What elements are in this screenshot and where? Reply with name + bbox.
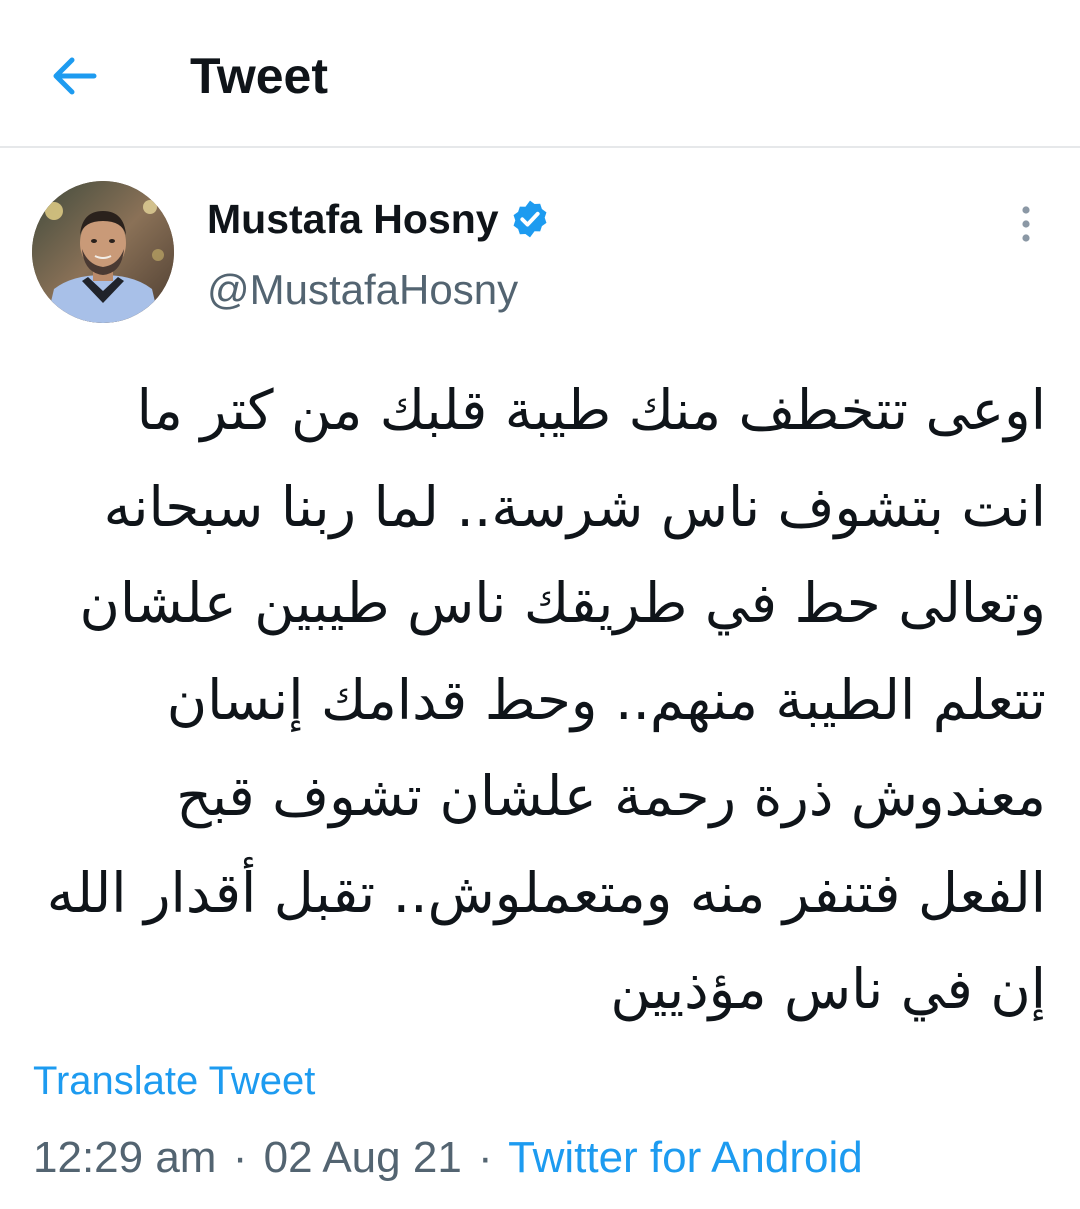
back-button[interactable] <box>38 40 110 112</box>
more-options-button[interactable] <box>1004 196 1048 252</box>
author-avatar[interactable] <box>32 181 174 323</box>
tweet-time[interactable]: 12:29 am <box>33 1133 216 1182</box>
tweet-text-line: الفعل فتنفر منه ومتعملوش.. تقبل أقدار ال… <box>46 860 1046 925</box>
author-name-text: Mustafa Hosny <box>207 196 499 242</box>
tweet-text-line: معندوش ذرة رحمة علشان تشوف قبح <box>176 764 1046 828</box>
tweet-metadata: 12:29 am · 02 Aug 21 · Twitter for Andro… <box>33 1130 863 1186</box>
profile-photo <box>32 181 174 323</box>
tweet-source-link[interactable]: Twitter for Android <box>508 1133 863 1182</box>
meta-separator: · <box>232 1133 248 1182</box>
translate-tweet-link[interactable]: Translate Tweet <box>33 1056 315 1106</box>
tweet-text-line: تتعلم الطيبة منهم.. وحط قدامك إنسان <box>166 667 1046 732</box>
top-app-bar: Tweet <box>0 0 1080 148</box>
more-vertical-icon <box>1022 206 1030 242</box>
tweet-text: اوعى تتخطف منك طيبة قلبك من كتر ما انت ب… <box>34 362 1046 1038</box>
tweet-date[interactable]: 02 Aug 21 <box>264 1133 462 1182</box>
author-handle[interactable]: @MustafaHosny <box>207 264 518 316</box>
tweet-text-line: انت بتشوف ناس شرسة.. لما ربنا سبحانه <box>103 474 1046 539</box>
tweet-text-line: اوعى تتخطف منك طيبة قلبك من كتر ما <box>136 378 1046 442</box>
page-title: Tweet <box>190 48 328 104</box>
verified-badge-icon <box>513 200 547 238</box>
tweet-text-line: إن في ناس مؤذيين <box>610 957 1046 1021</box>
arrow-left-icon <box>53 57 97 95</box>
author-name[interactable]: Mustafa Hosny <box>207 193 551 245</box>
meta-separator: · <box>478 1133 493 1182</box>
tweet-text-line: وتعالى حط في طريقك ناس طيبين علشان <box>79 571 1046 635</box>
